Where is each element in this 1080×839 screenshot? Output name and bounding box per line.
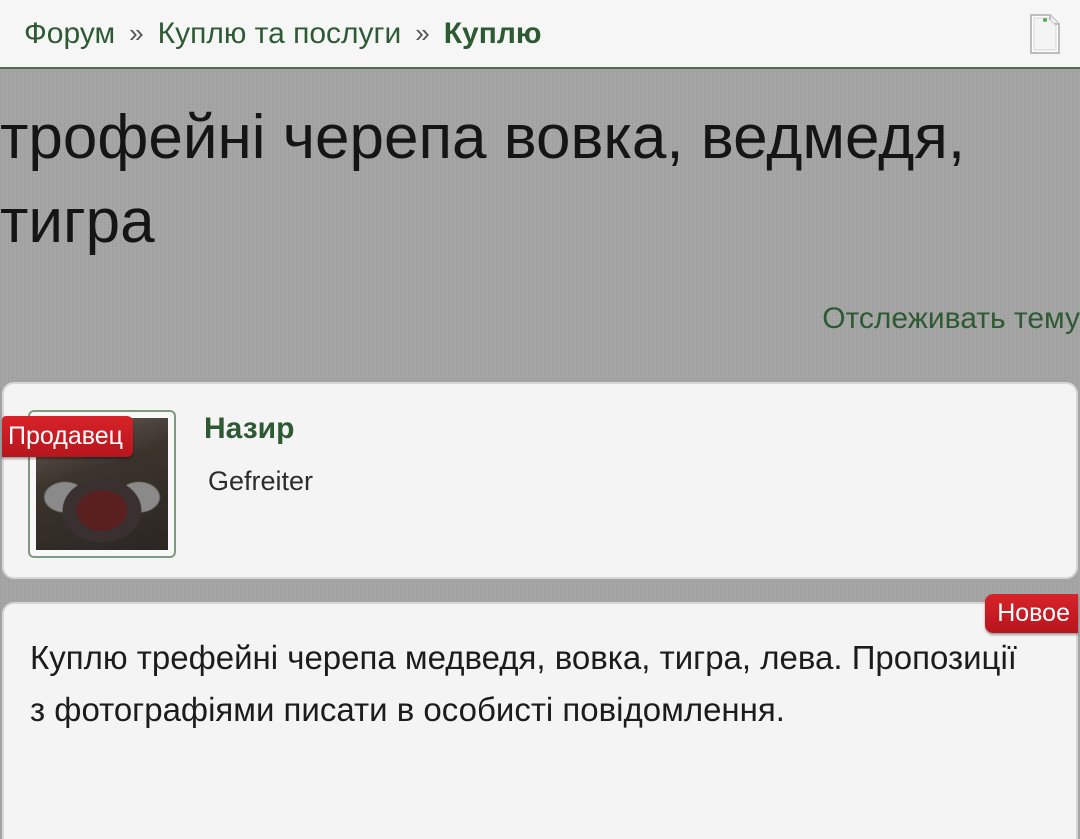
breadcrumb-current[interactable]: Куплю bbox=[444, 17, 542, 51]
post-body: Куплю трефейні черепа медведя, вовка, ти… bbox=[30, 639, 1017, 728]
document-icon[interactable] bbox=[1028, 12, 1062, 56]
breadcrumb-separator: » bbox=[415, 18, 430, 48]
breadcrumb-buy-services[interactable]: Куплю та послуги bbox=[158, 17, 402, 51]
thread-title: трофейні черепа вовка, ведмедя, тигра bbox=[0, 103, 966, 256]
seller-badge: Продавец bbox=[2, 416, 133, 457]
new-post-badge: Новое bbox=[985, 594, 1078, 633]
breadcrumb-separator: » bbox=[129, 18, 144, 48]
breadcrumb-forum[interactable]: Форум bbox=[24, 17, 115, 51]
watch-thread-link[interactable]: Отслеживать тему bbox=[822, 302, 1080, 336]
breadcrumb: Форум » Куплю та послуги » Куплю bbox=[0, 0, 1080, 69]
author-rank: Gefreiter bbox=[208, 466, 314, 496]
post-card: Новое Куплю трефейні черепа медведя, вов… bbox=[2, 594, 1078, 839]
author-card: Продавец Назир Gefreiter bbox=[2, 382, 1078, 579]
author-name-link[interactable]: Назир bbox=[204, 412, 294, 446]
